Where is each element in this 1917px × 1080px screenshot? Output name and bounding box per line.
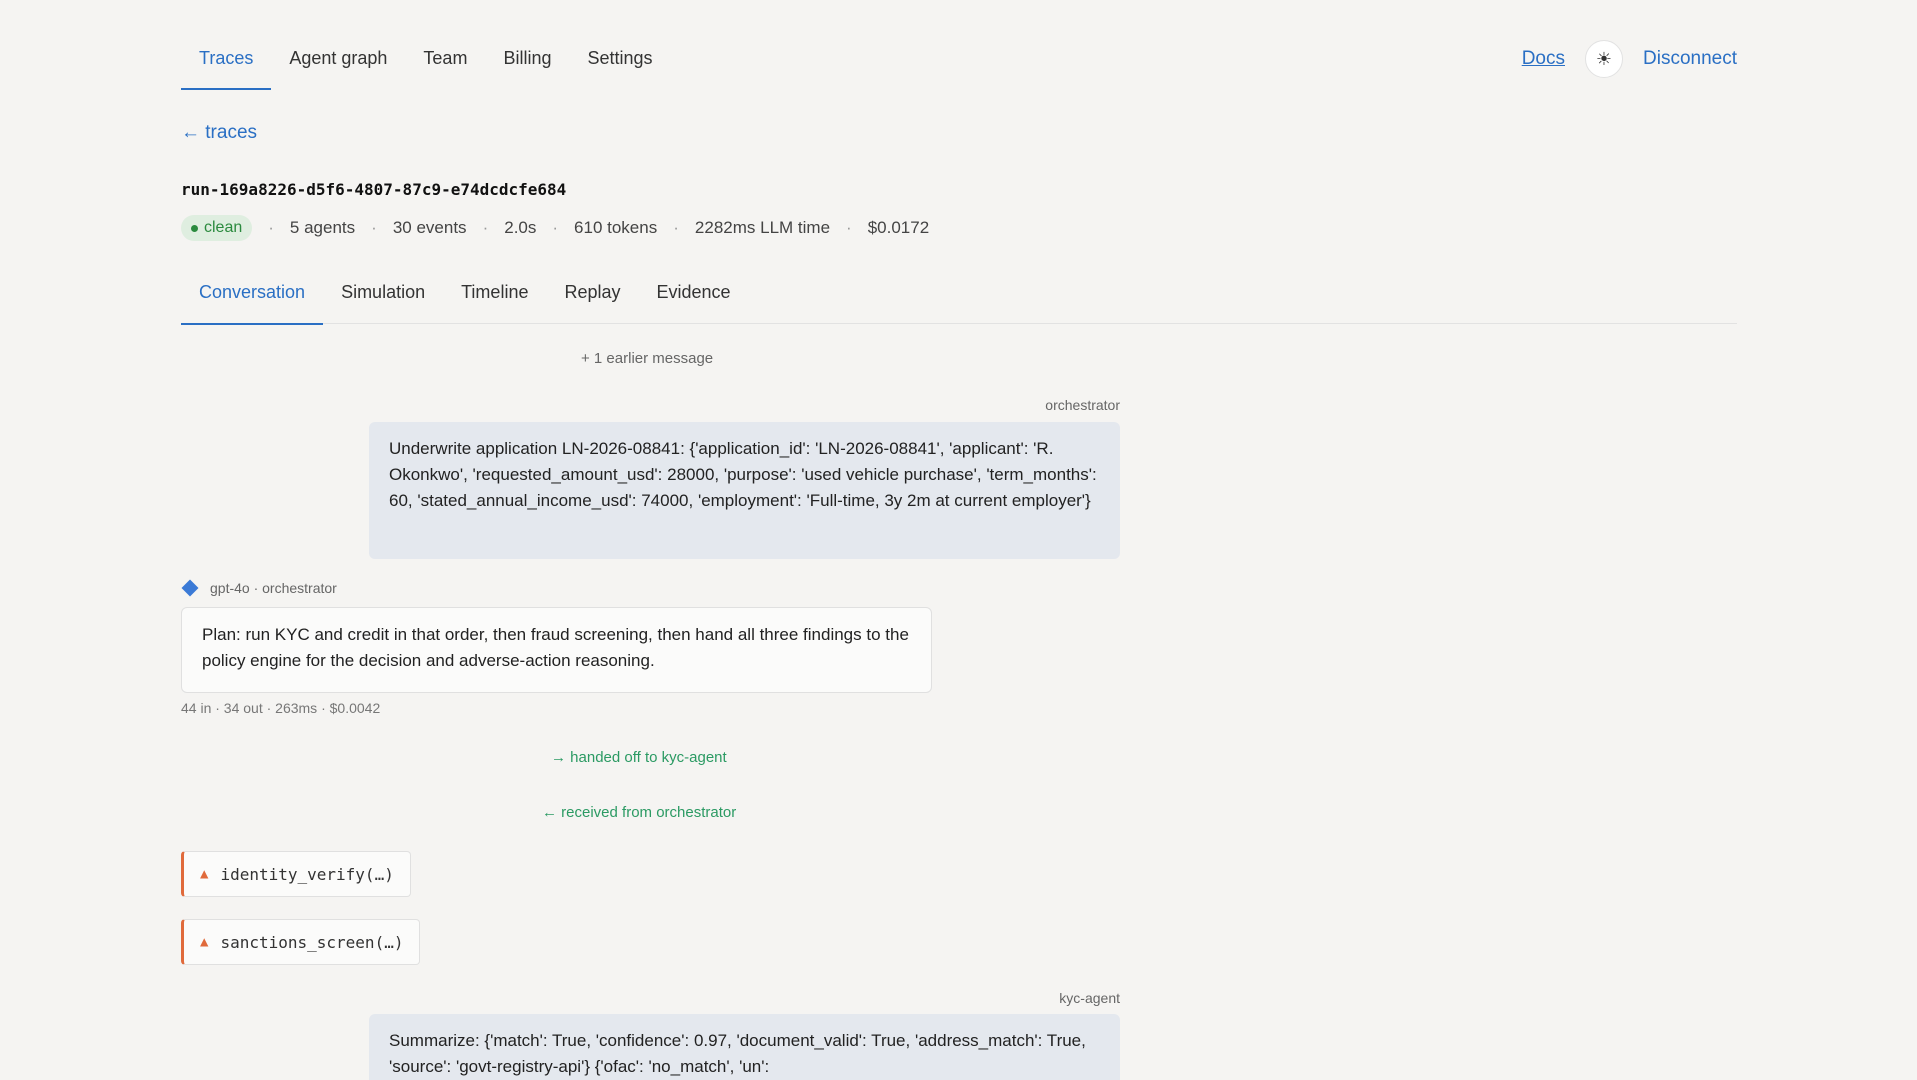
status-dot-icon: [191, 224, 198, 232]
user-message-bubble: Summarize: {'match': True, 'confidence':…: [369, 1014, 1120, 1080]
tab-evidence[interactable]: Evidence: [639, 270, 749, 324]
nav-tab-traces[interactable]: Traces: [181, 30, 272, 90]
tab-conversation[interactable]: Conversation: [181, 270, 324, 325]
nav-tab-billing[interactable]: Billing: [485, 30, 569, 90]
message-sender: kyc-agent: [1059, 990, 1120, 1006]
handoff-out-event[interactable]: → handed off to kyc-agent: [551, 749, 727, 766]
top-nav-tabs: Traces Agent graph Team Billing Settings: [181, 30, 671, 90]
docs-link[interactable]: Docs: [1522, 48, 1565, 70]
warning-triangle-icon: ▲: [200, 866, 209, 882]
meta-separator: ·: [482, 218, 489, 237]
warning-triangle-icon: ▲: [200, 934, 209, 950]
message-sender: orchestrator: [1045, 397, 1120, 413]
model-label: gpt-4o · orchestrator: [210, 580, 337, 596]
llm-time: 2282ms LLM time: [694, 218, 831, 237]
nav-tab-settings[interactable]: Settings: [569, 30, 670, 90]
nav-tab-agent-graph[interactable]: Agent graph: [271, 30, 405, 90]
theme-toggle-button[interactable]: ☀: [1585, 40, 1623, 78]
meta-separator: ·: [673, 218, 679, 237]
message-text: Underwrite application LN-2026-08841: {'…: [389, 439, 1097, 510]
tool-call-label: identity_verify(…): [220, 864, 394, 884]
assistant-message-bubble: Plan: run KYC and credit in that order, …: [181, 607, 932, 693]
meta-separator: ·: [552, 218, 559, 237]
disconnect-button[interactable]: Disconnect: [1643, 48, 1737, 70]
status-badge: clean: [181, 215, 253, 241]
run-subtabs: Conversation Simulation Timeline Replay …: [181, 270, 1737, 325]
meta-separator: ·: [268, 218, 274, 237]
run-meta: clean · 5 agents · 30 events · 2.0s · 61…: [181, 215, 929, 241]
meta-separator: ·: [371, 218, 377, 237]
model-diamond-icon: [181, 579, 199, 597]
message-text: Plan: run KYC and credit in that order, …: [202, 625, 909, 670]
tab-timeline[interactable]: Timeline: [443, 270, 546, 324]
assistant-model-line: gpt-4o · orchestrator: [181, 579, 337, 597]
back-to-traces-link[interactable]: ← traces: [181, 122, 257, 144]
message-stats: 44 in · 34 out · 263ms · $0.0042: [181, 700, 381, 716]
earlier-messages-toggle[interactable]: + 1 earlier message: [581, 350, 713, 367]
tool-call-label: sanctions_screen(…): [220, 932, 404, 952]
agents-count: 5 agents: [289, 218, 356, 237]
run-cost: $0.0172: [867, 218, 930, 237]
tab-simulation[interactable]: Simulation: [323, 270, 443, 324]
status-label: clean: [204, 219, 243, 236]
events-count: 30 events: [392, 218, 467, 237]
run-id: run-169a8226-d5f6-4807-87c9-e74dcdcfe684: [181, 180, 567, 199]
meta-separator: ·: [846, 218, 852, 237]
sun-icon: ☀: [1595, 48, 1613, 69]
tab-replay[interactable]: Replay: [546, 270, 638, 324]
trace-detail-page: Traces Agent graph Team Billing Settings…: [0, 0, 1917, 1080]
nav-tab-team[interactable]: Team: [405, 30, 485, 90]
handoff-in-event[interactable]: ← received from orchestrator: [542, 804, 736, 821]
top-nav: Traces Agent graph Team Billing Settings…: [181, 30, 1737, 90]
message-text: Summarize: {'match': True, 'confidence':…: [389, 1031, 1086, 1076]
run-duration: 2.0s: [504, 218, 537, 237]
tool-call-identity-verify[interactable]: ▲ identity_verify(…): [181, 851, 411, 897]
user-message-bubble: Underwrite application LN-2026-08841: {'…: [369, 422, 1120, 559]
tokens-count: 610 tokens: [574, 218, 658, 237]
tool-call-sanctions-screen[interactable]: ▲ sanctions_screen(…): [181, 919, 421, 965]
top-nav-actions: Docs ☀ Disconnect: [1522, 40, 1737, 78]
